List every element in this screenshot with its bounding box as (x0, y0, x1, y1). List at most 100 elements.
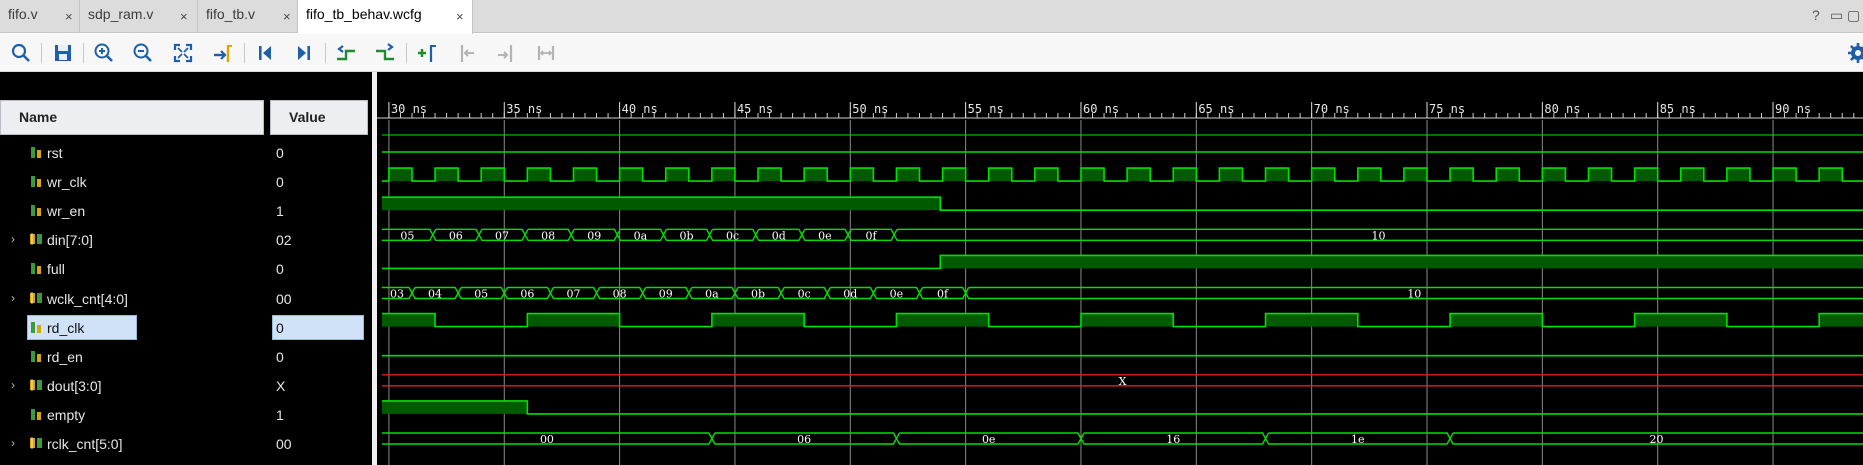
swap-cursors-icon (537, 46, 555, 60)
signal-value-rd-clk[interactable]: 0 (266, 313, 372, 342)
signal-value-empty[interactable]: 1 (266, 400, 372, 429)
signal-row-empty[interactable]: empty (0, 400, 266, 429)
signal-name: rst (47, 145, 63, 161)
zoom-out-button[interactable] (131, 41, 155, 65)
name-column-header[interactable]: Name (0, 100, 264, 135)
maximize-icon[interactable]: ▢ (1847, 7, 1860, 24)
swap-cursors-button[interactable] (534, 41, 558, 65)
signal-value-wr-en[interactable]: 1 (266, 196, 372, 225)
ruler-label: 55 ns (968, 102, 1004, 116)
go-to-cursor-button[interactable] (211, 41, 235, 65)
add-marker-button[interactable] (415, 41, 439, 65)
close-icon[interactable]: × (456, 9, 464, 24)
signal-row-wr-en[interactable]: wr_en (0, 196, 266, 225)
zoom-in-button[interactable] (92, 41, 116, 65)
logic-signal-icon (31, 205, 41, 217)
expand-chevron-icon[interactable]: › (11, 232, 15, 246)
previous-marker-icon (460, 45, 474, 62)
signal-value-rd-en[interactable]: 0 (266, 342, 372, 371)
signal-name: dout[3:0] (47, 377, 102, 394)
signal-value-din[interactable]: 02 (266, 225, 372, 254)
signal-name: wr_clk (47, 174, 87, 191)
bus-value-label: 07 (495, 229, 509, 242)
close-icon[interactable]: × (65, 9, 73, 24)
signal-value-full[interactable]: 0 (266, 254, 372, 283)
signal-value-panel: Value 0 0 1 02 0 00 0 0 X 1 00 (266, 72, 372, 465)
settings-button[interactable] (1846, 41, 1863, 65)
wave-high-fill (804, 168, 828, 182)
waveform-canvas[interactable]: 30 ns 35 ns 40 ns 45 ns 50 ns 55 ns 60 ns 65 ns… (377, 72, 1863, 465)
wave-high-fill (1219, 168, 1243, 182)
wave-high-fill (527, 313, 620, 327)
search-button[interactable] (9, 41, 33, 65)
signal-value-dout[interactable]: X (266, 371, 372, 400)
wave-high-fill (711, 313, 805, 327)
wave-high-fill (1173, 168, 1197, 182)
signal-row-rd-en[interactable]: rd_en (0, 342, 266, 371)
waveform-svg: 30 ns 35 ns 40 ns 45 ns 50 ns 55 ns 60 ns 65 ns… (377, 102, 1863, 465)
expand-chevron-icon[interactable]: › (11, 378, 15, 392)
signal-value-wclk-cnt[interactable]: 00 (266, 284, 372, 313)
wave-high-fill (1127, 168, 1151, 182)
tab-sdp-ram-v[interactable]: sdp_ram.v × (80, 0, 198, 33)
toolbar-separator (83, 43, 84, 63)
ruler-label: 60 ns (1083, 102, 1119, 116)
close-icon[interactable]: × (283, 9, 291, 24)
restore-icon[interactable]: ▭ (1830, 7, 1843, 24)
wave-high-fill (527, 168, 551, 182)
value-column-header[interactable]: Value (270, 100, 368, 135)
wave-high-fill (382, 197, 941, 211)
previous-marker-button[interactable] (455, 41, 479, 65)
previous-transition-button[interactable] (334, 41, 358, 65)
name-panel-spacer (0, 72, 266, 100)
close-icon[interactable]: × (180, 9, 188, 24)
bus-value-label: 05 (400, 229, 414, 242)
signal-value-wr-clk[interactable]: 0 (266, 167, 372, 196)
ruler-label: 30 ns (391, 102, 427, 116)
wave-high-fill (1450, 168, 1474, 182)
signal-name: full (47, 261, 65, 278)
signal-row-din[interactable]: › din[7:0] (0, 225, 266, 254)
bus-signal-icon (30, 233, 42, 246)
bus-value-label: 16 (1166, 433, 1180, 446)
go-to-end-button[interactable] (292, 41, 316, 65)
signal-row-rd-clk[interactable]: rd_clk (0, 313, 266, 342)
wave-high-fill (1773, 168, 1797, 182)
signal-value: 0 (276, 348, 284, 365)
signal-value-rst[interactable]: 0 (266, 138, 372, 167)
bus-value-label: 0e (890, 288, 904, 301)
tab-fifo-v[interactable]: fifo.v × (0, 0, 80, 33)
expand-chevron-icon[interactable]: › (11, 291, 15, 305)
bus-value-label: 09 (587, 229, 601, 242)
unknown-value-label: X (1119, 375, 1127, 388)
logic-signal-icon (31, 263, 41, 275)
zoom-fit-button[interactable] (171, 41, 195, 65)
go-to-start-button[interactable] (253, 41, 277, 65)
help-icon[interactable]: ? (1812, 7, 1820, 23)
signal-value-rclk-cnt[interactable]: 00 (266, 429, 372, 458)
value-panel-spacer (266, 72, 372, 100)
signal-row-wclk-cnt[interactable]: › wclk_cnt[4:0] (0, 284, 266, 313)
signal-row-full[interactable]: full (0, 254, 266, 283)
expand-chevron-icon[interactable]: › (11, 436, 15, 450)
go-to-start-icon (259, 46, 271, 60)
signal-row-rclk-cnt[interactable]: › rclk_cnt[5:0] (0, 429, 266, 458)
signal-row-wr-clk[interactable]: wr_clk (0, 167, 266, 196)
wave-high-fill (850, 168, 874, 182)
tab-fifo-tb-behav-wcfg[interactable]: fifo_tb_behav.wcfg × (298, 0, 473, 34)
wave-high-fill (573, 168, 597, 182)
wave-high-fill (1496, 168, 1520, 182)
signal-row-dout[interactable]: › dout[3:0] (0, 371, 266, 400)
next-marker-button[interactable] (494, 41, 518, 65)
save-button[interactable] (51, 41, 75, 65)
signal-name: empty (47, 406, 86, 423)
bus-value-label: 0f (937, 288, 949, 301)
previous-transition-icon (337, 45, 355, 61)
ruler-label: 75 ns (1429, 102, 1465, 116)
signal-row-rst[interactable]: rst (0, 138, 266, 167)
tab-fifo-tb-v[interactable]: fifo_tb.v × (198, 0, 298, 33)
next-transition-button[interactable] (373, 41, 397, 65)
wave-high-fill (1680, 168, 1704, 182)
bus-value-label: 0e (982, 433, 996, 446)
wave-high-fill (988, 168, 1012, 182)
